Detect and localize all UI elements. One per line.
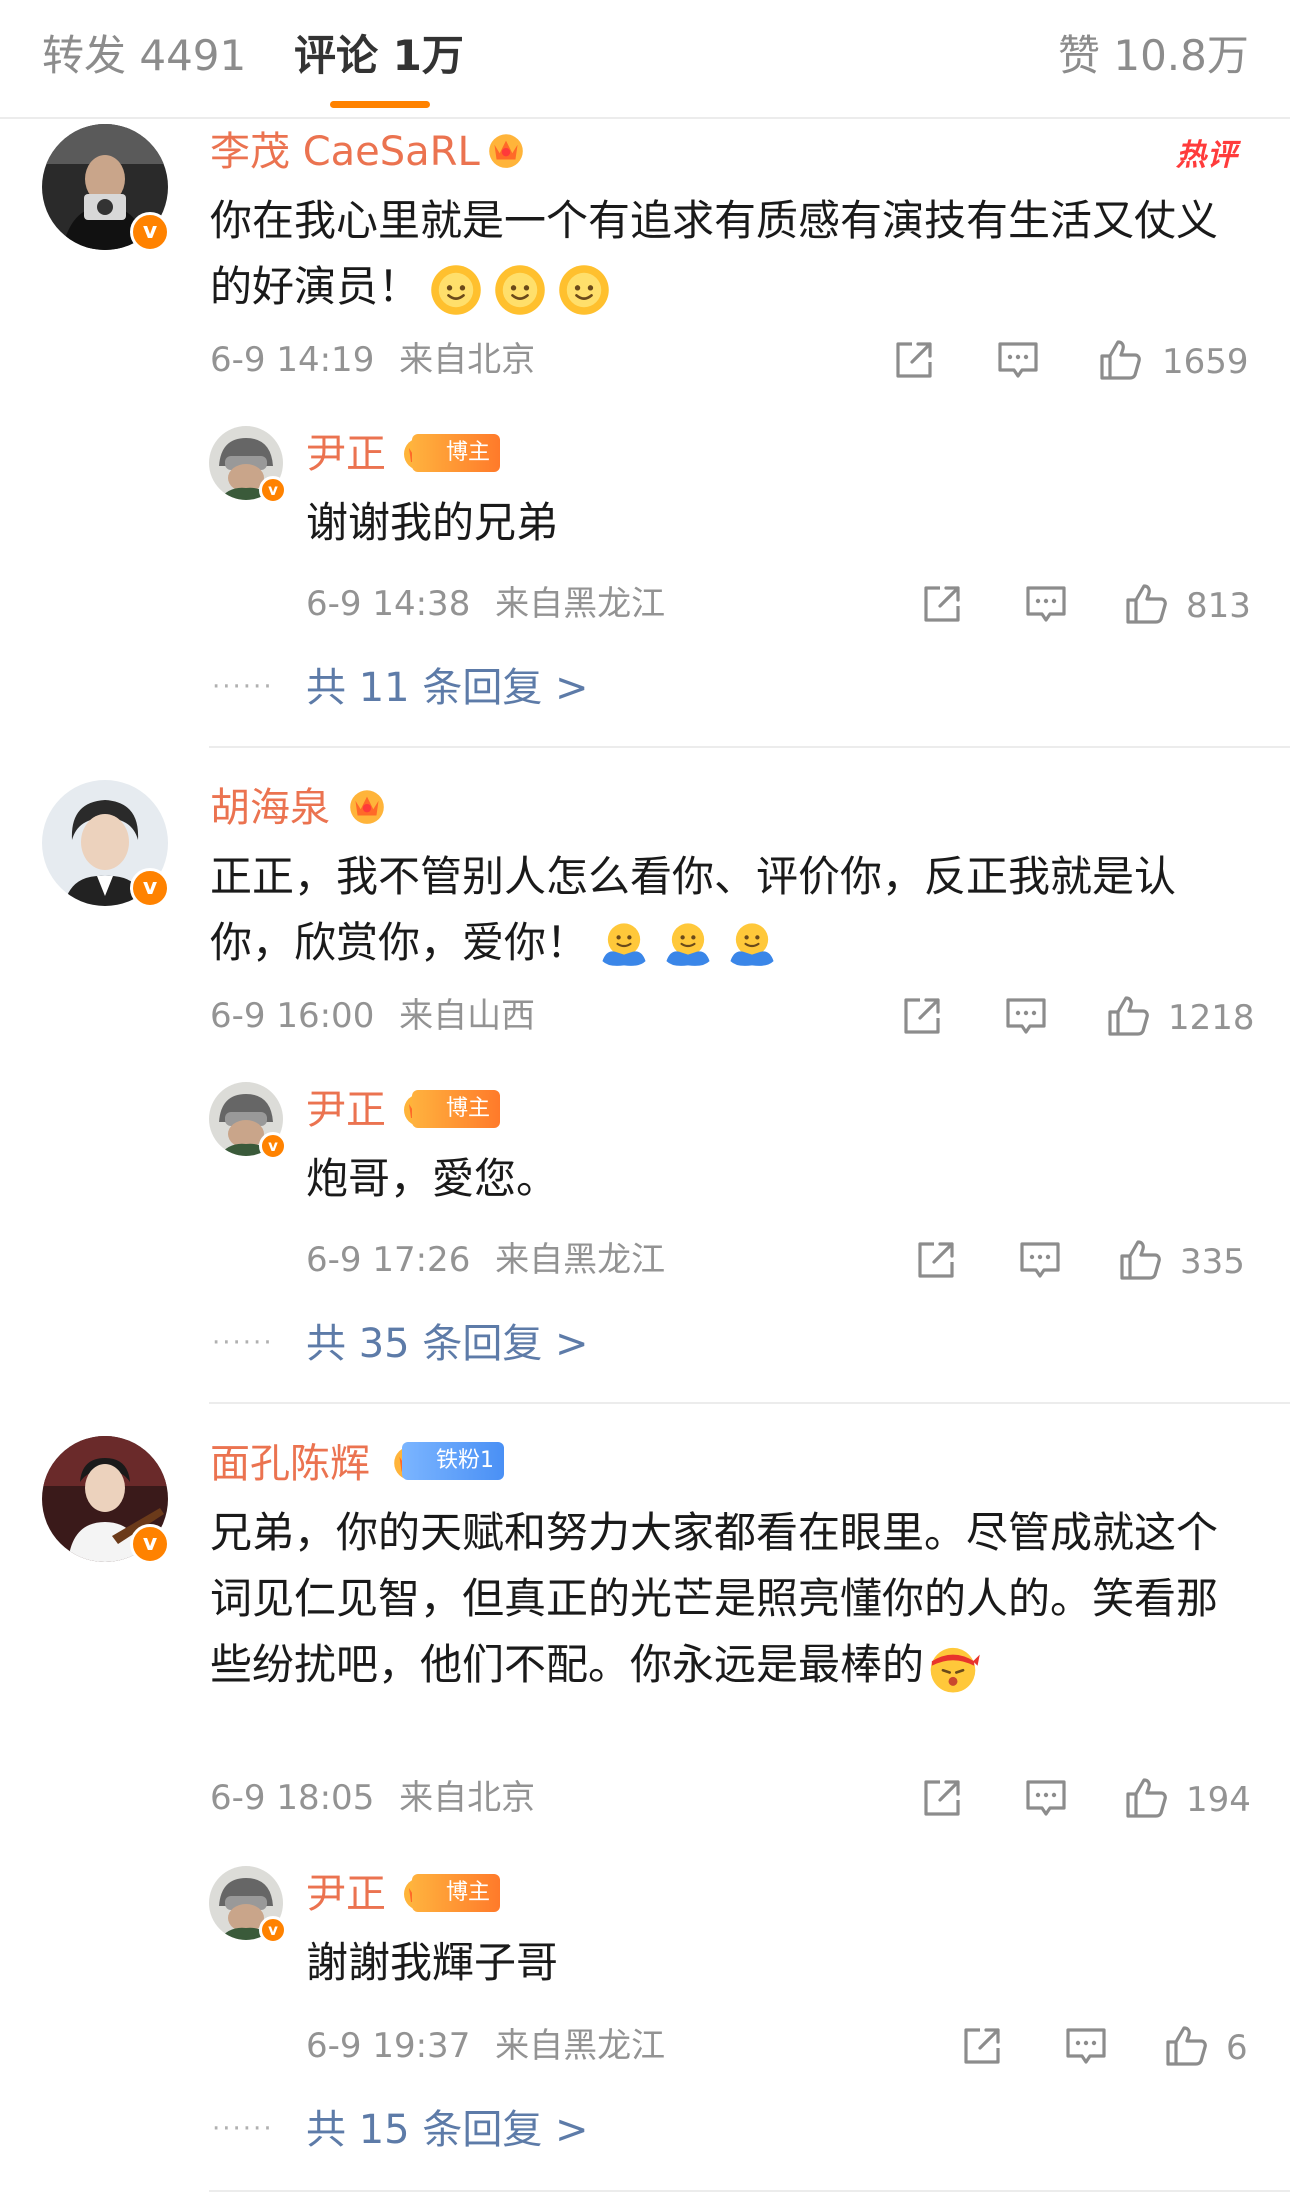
divider	[209, 2190, 1290, 2192]
comment-meta: 6-9 18:05 来自北京	[210, 1776, 535, 1820]
sun-emoji-icon	[428, 262, 484, 318]
username[interactable]: 李茂 CaeSaRL	[210, 126, 480, 178]
tab-repost[interactable]: 转发 4491	[42, 28, 246, 84]
like-count: 813	[1186, 586, 1251, 626]
fighting-emoji-icon	[924, 1639, 982, 1697]
comment-text: 正正，我不管别人怎么看你、评价你，反正我就是认你，欣赏你，爱你！	[210, 844, 1230, 976]
reply-location: 来自黑龙江	[495, 2026, 666, 2066]
crown-icon	[485, 128, 527, 170]
reply-time: 6-9 19:37	[306, 2026, 471, 2066]
reply-text: 謝謝我輝子哥	[306, 1938, 559, 1987]
verified-badge-icon: v	[130, 212, 170, 252]
more-dots: ······	[212, 2114, 274, 2144]
comment-icon[interactable]	[1022, 1774, 1070, 1822]
host-tag: 博主	[412, 1874, 501, 1912]
verified-badge-icon: v	[259, 476, 287, 504]
host-tag: 博主	[412, 434, 501, 472]
hug-emoji-icon	[596, 918, 652, 974]
comment-time: 6-9 16:00	[210, 996, 375, 1036]
reply-username[interactable]: 尹正	[306, 1084, 386, 1136]
like-icon[interactable]	[1122, 1774, 1170, 1822]
comment-text: 兄弟，你的天赋和努力大家都看在眼里。尽管成就这个词见仁见智，但真正的光芒是照亮懂…	[210, 1500, 1230, 1698]
share-icon[interactable]	[918, 580, 966, 628]
comment-actions: 194	[918, 1774, 1258, 1824]
comment-actions: 1659	[890, 336, 1250, 386]
reply-time: 6-9 17:26	[306, 1240, 471, 1280]
active-tab-indicator	[330, 101, 430, 108]
divider	[209, 1402, 1290, 1404]
more-replies-link[interactable]: 共 35 条回复 >	[306, 1318, 589, 1370]
comment-time: 6-9 14:19	[210, 340, 375, 380]
like-count: 194	[1186, 1780, 1251, 1820]
verified-badge-icon: v	[259, 1916, 287, 1944]
reply-time: 6-9 14:38	[306, 584, 471, 624]
verified-badge-icon: v	[130, 868, 170, 908]
comment-text: 你在我心里就是一个有追求有质感有演技有生活又仗义的好演员！	[210, 188, 1230, 320]
comment-time: 6-9 18:05	[210, 1778, 375, 1818]
reply-actions: 6	[958, 2022, 1268, 2072]
comment-icon[interactable]	[994, 336, 1042, 384]
share-icon[interactable]	[958, 2022, 1006, 2070]
share-icon[interactable]	[898, 992, 946, 1040]
share-icon[interactable]	[918, 1774, 966, 1822]
comment-actions: 1218	[898, 992, 1258, 1042]
share-icon[interactable]	[912, 1236, 960, 1284]
like-count: 6	[1226, 2028, 1248, 2068]
like-icon[interactable]	[1116, 1236, 1164, 1284]
like-count: 1659	[1162, 342, 1249, 382]
more-dots: ······	[212, 1328, 274, 1358]
reply-meta: 6-9 17:26 来自黑龙江	[306, 1238, 665, 1282]
like-count: 335	[1180, 1242, 1245, 1282]
verified-badge-icon: v	[130, 1524, 170, 1564]
fan-tag: 铁粉1	[402, 1442, 504, 1480]
reply-text: 炮哥，愛您。	[306, 1154, 559, 1203]
comment-icon[interactable]	[1016, 1236, 1064, 1284]
hug-emoji-icon	[724, 918, 780, 974]
reply-actions: 813	[918, 580, 1258, 630]
reply-meta: 6-9 19:37 来自黑龙江	[306, 2024, 665, 2068]
like-icon[interactable]	[1104, 992, 1152, 1040]
sun-emoji-icon	[556, 262, 612, 318]
hot-comment-label: 热评	[1176, 138, 1238, 173]
comment-meta: 6-9 14:19 来自北京	[210, 338, 535, 382]
like-count: 1218	[1168, 998, 1255, 1038]
comment-icon[interactable]	[1002, 992, 1050, 1040]
comment-location: 来自北京	[399, 1778, 536, 1818]
reply-meta: 6-9 14:38 来自黑龙江	[306, 582, 665, 626]
like-icon[interactable]	[1122, 580, 1170, 628]
verified-badge-icon: v	[259, 1132, 287, 1160]
like-icon[interactable]	[1162, 2022, 1210, 2070]
comment-location: 来自山西	[399, 996, 536, 1036]
hug-emoji-icon	[660, 918, 716, 974]
more-dots: ······	[212, 672, 274, 702]
username[interactable]: 胡海泉	[210, 782, 330, 834]
reply-actions: 335	[912, 1236, 1262, 1286]
reply-username[interactable]: 尹正	[306, 428, 386, 480]
more-replies-link[interactable]: 共 15 条回复 >	[306, 2104, 589, 2156]
username[interactable]: 面孔陈辉	[210, 1438, 370, 1490]
like-icon[interactable]	[1096, 336, 1144, 384]
comment-location: 来自北京	[399, 340, 536, 380]
crown-icon	[346, 784, 388, 826]
comment-meta: 6-9 16:00 来自山西	[210, 994, 535, 1038]
comment-icon[interactable]	[1062, 2022, 1110, 2070]
tab-comments[interactable]: 评论 1万	[294, 28, 464, 84]
reply-username[interactable]: 尹正	[306, 1868, 386, 1920]
reply-location: 来自黑龙江	[495, 584, 666, 624]
more-replies-link[interactable]: 共 11 条回复 >	[306, 662, 589, 714]
comment-icon[interactable]	[1022, 580, 1070, 628]
reply-location: 来自黑龙江	[495, 1240, 666, 1280]
share-icon[interactable]	[890, 336, 938, 384]
comment-tab-bar: 转发 4491 评论 1万 赞 10.8万	[0, 0, 1290, 119]
host-tag: 博主	[412, 1090, 501, 1128]
divider	[209, 746, 1290, 748]
sun-emoji-icon	[492, 262, 548, 318]
reply-text: 谢谢我的兄弟	[306, 498, 559, 547]
tab-likes[interactable]: 赞 10.8万	[1058, 28, 1249, 84]
